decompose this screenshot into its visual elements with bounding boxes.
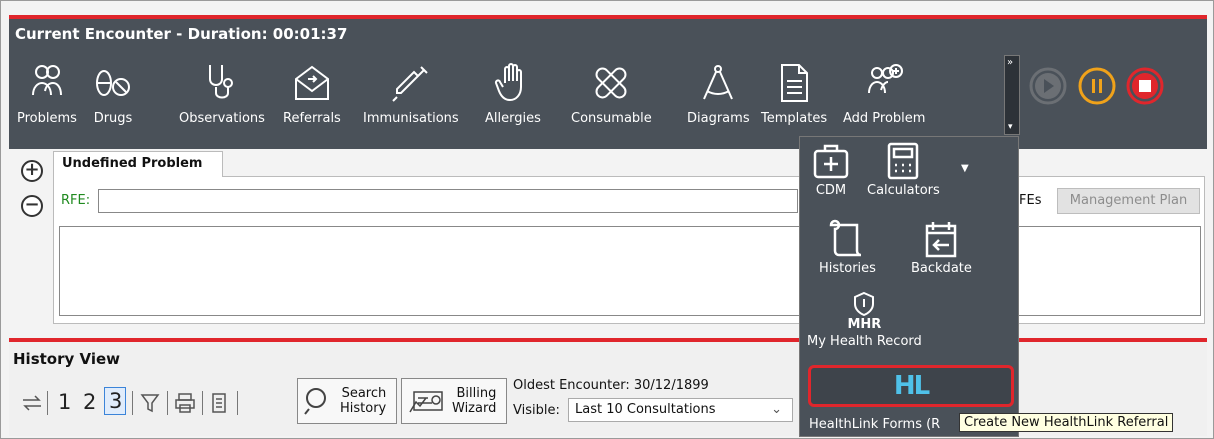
menu-item-healthlink-label: HealthLink Forms (R (809, 417, 941, 432)
stethoscope-icon (208, 65, 233, 99)
chevron-down-icon: ▾ (1008, 122, 1013, 132)
chevron-right-icon: » (1007, 57, 1014, 68)
oldest-encounter-text: Oldest Encounter: 30/12/1899 (513, 378, 709, 393)
toolbar-templates-label: Templates (761, 111, 828, 126)
current-encounter-toolbar: Current Encounter - Duration: 00:01:37 P… (9, 15, 1207, 149)
refresh-arrows-icon[interactable] (21, 394, 43, 412)
toolbar-referrals-button[interactable]: Referrals (283, 61, 341, 139)
visible-dropdown[interactable]: Last 10 Consultations ⌄ (568, 398, 793, 422)
plus-icon: + (24, 159, 40, 180)
compass-icon (703, 65, 734, 100)
calendar-back-icon (926, 222, 957, 258)
toolbar-observations-button[interactable]: Observations (179, 61, 265, 139)
pause-button[interactable] (1078, 67, 1116, 105)
toolbar-referrals-label: Referrals (283, 111, 341, 126)
billing-wizard-label-1: Billing (456, 386, 497, 401)
search-history-label-2: History (340, 401, 387, 416)
toolbar-diagrams-label: Diagrams (687, 111, 750, 126)
toolbar-consumable-label: Consumable (571, 111, 652, 126)
scroll-icon (830, 219, 862, 257)
referral-envelope-icon (294, 65, 329, 100)
healthlink-forms-button[interactable]: HL (808, 365, 1014, 407)
play-button[interactable] (1029, 67, 1067, 105)
toolbar-consumable-button[interactable]: Consumable (571, 61, 652, 139)
toolbar-add-problem-button[interactable]: Add Problem (843, 61, 925, 139)
rfe-input[interactable] (98, 189, 798, 213)
search-history-button[interactable]: Search History (297, 378, 397, 424)
minus-icon: − (24, 194, 40, 215)
menu-item-cdm-label: CDM (815, 183, 847, 198)
divider (132, 391, 133, 415)
menu-item-calculators-label: Calculators (867, 183, 940, 198)
menu-item-histories[interactable]: Histories (819, 219, 876, 276)
app-window: Current Encounter - Duration: 00:01:37 P… (0, 0, 1214, 439)
chevron-down-icon[interactable]: ▼ (961, 163, 969, 174)
bandage-icon (595, 67, 627, 99)
chevron-down-icon: ⌄ (771, 402, 782, 417)
visible-dropdown-value: Last 10 Consultations (575, 402, 716, 417)
divider (202, 391, 203, 415)
page-1-button[interactable]: 1 (58, 390, 71, 414)
problems-icon (31, 65, 62, 96)
syringe-icon (392, 66, 428, 102)
page-3-button[interactable]: 3 (104, 387, 126, 415)
notes-icon[interactable] (210, 392, 228, 414)
history-view-title: History View (13, 350, 121, 368)
printer-icon[interactable] (174, 392, 196, 414)
drugs-icon (96, 70, 130, 96)
menu-item-my-health-record-label: My Health Record (807, 334, 922, 349)
problem-notes-textarea[interactable] (59, 226, 1201, 316)
remove-problem-tab-button[interactable]: − (21, 195, 43, 217)
billing-wizard-label-2: Wizard (452, 401, 497, 416)
visible-label: Visible: (513, 403, 560, 418)
search-history-label-1: Search (341, 386, 387, 401)
mhr-shield-icon (854, 291, 875, 317)
divider (237, 391, 238, 415)
add-problem-tab-button[interactable]: + (21, 160, 43, 182)
encounter-title: Current Encounter - Duration: 00:01:37 (15, 25, 348, 43)
stop-button[interactable] (1126, 67, 1164, 105)
hand-icon (494, 63, 522, 102)
search-icon (304, 388, 326, 415)
divider (47, 391, 48, 415)
page-2-button[interactable]: 2 (83, 390, 96, 414)
toolbar-allergies-label: Allergies (485, 111, 541, 126)
tab-undefined-problem[interactable]: Undefined Problem (53, 151, 223, 177)
divider (167, 391, 168, 415)
medical-kit-icon (813, 144, 849, 179)
toolbar-overflow-button[interactable]: » ▾ (1004, 55, 1020, 135)
menu-item-calculators[interactable]: Calculators (867, 141, 940, 198)
rfes-label: FEs (1019, 193, 1042, 208)
toolbar-immunisations-label: Immunisations (363, 111, 459, 126)
toolbar-diagrams-button[interactable]: Diagrams (687, 61, 750, 139)
menu-item-histories-label: Histories (819, 261, 876, 276)
document-icon (781, 64, 809, 102)
menu-item-backdate-label: Backdate (911, 261, 972, 276)
tooltip: Create New HealthLink Referral (959, 413, 1174, 432)
toolbar-immunisations-button[interactable]: Immunisations (363, 61, 459, 139)
billing-wizard-button[interactable]: Billing Wizard (401, 378, 507, 424)
filter-icon[interactable] (140, 392, 160, 414)
billing-wizard-icon (409, 391, 443, 413)
toolbar-observations-label: Observations (179, 111, 265, 126)
toolbar-add-problem-label: Add Problem (843, 111, 926, 126)
menu-item-backdate[interactable]: Backdate (911, 219, 972, 276)
toolbar-allergies-button[interactable]: Allergies (485, 61, 541, 139)
healthlink-logo: HL (893, 371, 930, 401)
toolbar-drugs-button[interactable]: Drugs (91, 61, 135, 139)
mhr-text: MHR (847, 317, 882, 332)
menu-item-cdm[interactable]: CDM (811, 141, 851, 198)
toolbar-problems-label: Problems (17, 111, 77, 126)
management-plan-button[interactable]: Management Plan (1057, 188, 1200, 214)
calculator-icon (888, 142, 919, 180)
menu-item-my-health-record[interactable]: MHR My Health Record (807, 291, 922, 349)
rfe-label: RFE: (61, 193, 91, 208)
toolbar-drugs-label: Drugs (93, 111, 133, 126)
add-problem-icon (868, 64, 904, 94)
toolbar-problems-button[interactable]: Problems (17, 61, 77, 139)
toolbar-templates-button[interactable]: Templates (761, 61, 827, 139)
